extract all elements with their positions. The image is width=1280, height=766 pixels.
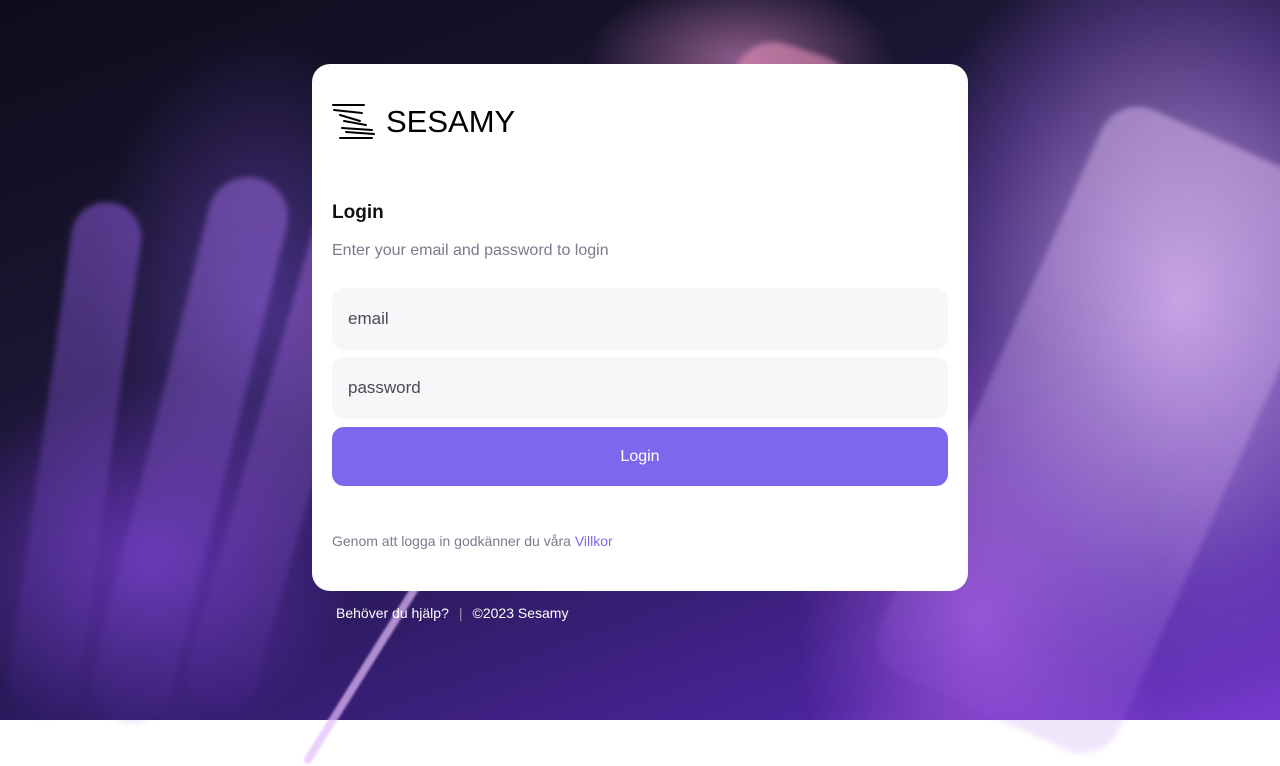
login-button[interactable]: Login [332, 427, 948, 486]
terms-text: Genom att logga in godkänner du våra [332, 533, 575, 549]
login-card: SESAMY Login Enter your email and passwo… [312, 64, 968, 591]
terms-link[interactable]: Villkor [575, 533, 613, 549]
login-title: Login [332, 202, 384, 223]
background-streak [302, 574, 426, 766]
footer: Behöver du hjälp? | ©2023 Sesamy [336, 605, 568, 621]
sesamy-stripes-logo-icon [332, 104, 375, 139]
terms-notice: Genom att logga in godkänner du våra Vil… [332, 533, 613, 549]
login-subtitle: Enter your email and password to login [332, 242, 609, 259]
brand-name: SESAMY [386, 104, 516, 139]
copyright-text: ©2023 Sesamy [472, 605, 569, 621]
brand-logo: SESAMY [332, 102, 515, 142]
password-field[interactable] [332, 357, 948, 419]
help-link[interactable]: Behöver du hjälp? [336, 605, 449, 621]
email-field[interactable] [332, 288, 948, 350]
footer-separator: | [458, 605, 463, 621]
